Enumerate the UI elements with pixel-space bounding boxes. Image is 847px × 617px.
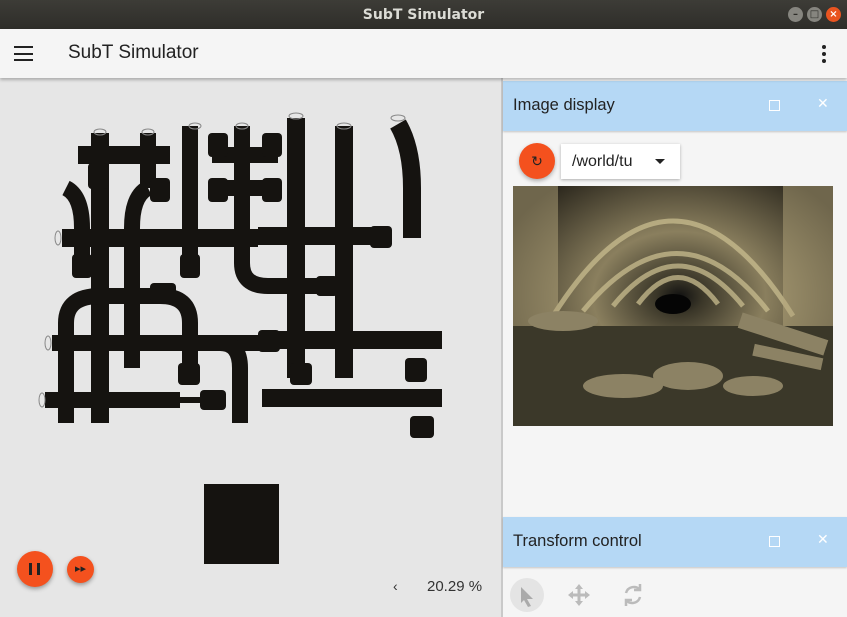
right-dock: Image display ✕ ↻ /world/tu Transform co… (503, 78, 847, 617)
app-bar: SubT Simulator (0, 29, 847, 78)
topic-dropdown[interactable]: /world/tu (561, 144, 680, 179)
maximize-icon[interactable] (769, 536, 780, 547)
scene-3d-view[interactable]: ▸▸ ‹ 20.29 % (0, 78, 501, 617)
rotate-icon[interactable] (616, 578, 650, 612)
select-pointer-icon[interactable] (510, 578, 544, 612)
tunnel-world-map[interactable] (0, 78, 501, 617)
close-icon[interactable]: ✕ (817, 531, 829, 548)
maximize-icon[interactable] (769, 100, 780, 111)
zoom-level: 20.29 % (427, 578, 483, 595)
translate-move-icon[interactable] (562, 578, 596, 612)
window-titlebar: SubT Simulator – □ × (0, 0, 847, 29)
minimize-icon[interactable]: – (788, 7, 803, 22)
fast-forward-icon[interactable]: ▸▸ (67, 556, 94, 583)
camera-image (513, 186, 833, 426)
hamburger-menu-icon[interactable] (14, 46, 33, 61)
app-title: SubT Simulator (68, 42, 199, 63)
close-icon[interactable]: ✕ (817, 95, 829, 112)
zoom-collapse-button[interactable]: ‹ (393, 578, 398, 594)
transform-control-header: Transform control ✕ (503, 517, 847, 567)
panel-title: Image display (513, 96, 615, 114)
window-controls: – □ × (788, 7, 841, 22)
chevron-down-icon (655, 159, 665, 164)
window-title: SubT Simulator (362, 6, 485, 23)
pause-icon[interactable] (17, 551, 53, 587)
transform-toolbar (503, 571, 847, 617)
more-vert-icon[interactable] (822, 45, 828, 66)
maximize-icon[interactable]: □ (807, 7, 822, 22)
image-display-header: Image display ✕ (503, 81, 847, 131)
topic-value: /world/tu (572, 153, 633, 170)
close-icon[interactable]: × (826, 7, 841, 22)
refresh-icon[interactable]: ↻ (519, 143, 555, 179)
panel-title: Transform control (513, 532, 642, 550)
